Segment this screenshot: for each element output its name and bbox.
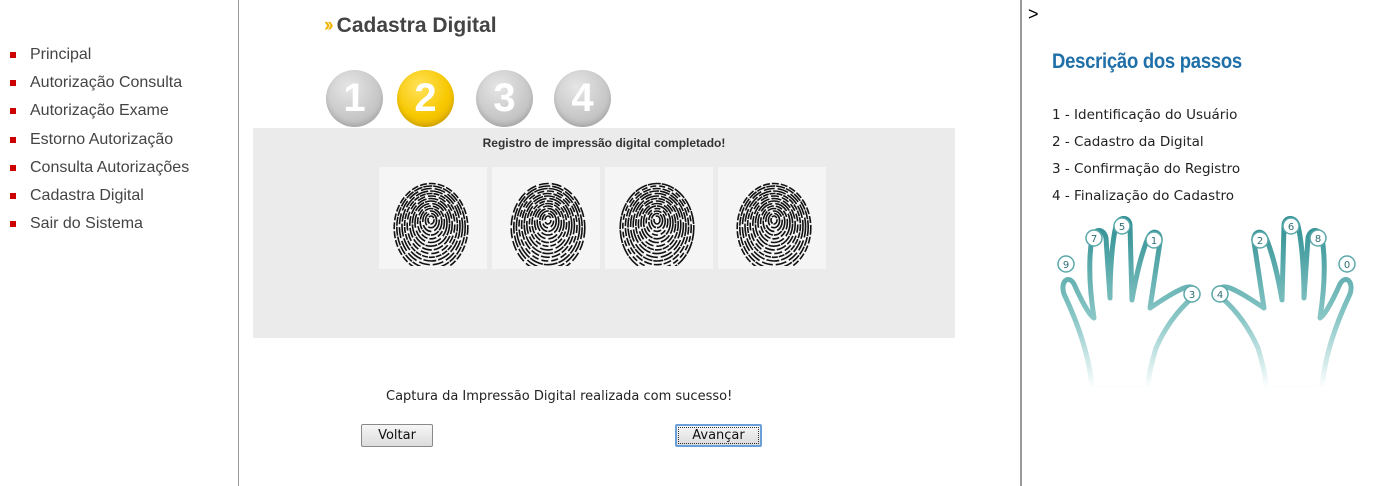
capture-panel: Registro de impressão digital completado…: [253, 128, 955, 338]
step-description: 2 - Cadastro da Digital: [1052, 134, 1204, 150]
finger-number: 3: [1189, 290, 1195, 301]
step-description: 4 - Finalização do Cadastro: [1052, 188, 1235, 204]
left-nav: Principal Autorização Consulta Autorizaç…: [0, 0, 239, 486]
fingerprint-icon: [736, 182, 812, 266]
fingerprint-slot-1: [379, 167, 487, 269]
step-description: 1 - Identificação do Usuário: [1052, 107, 1238, 123]
nav-item-label: Consulta Autorizações: [30, 158, 190, 176]
success-message: Captura da Impressão Digital realizada c…: [386, 389, 733, 404]
steps-help-panel: > Descrição dos passos 1 - Identificação…: [1024, 0, 1379, 486]
page-title: ›› Cadastra Digital: [324, 14, 497, 38]
bullet-icon: [10, 136, 16, 143]
bullet-icon: [10, 52, 16, 59]
fingerprint-slot-3: [605, 167, 713, 269]
nav-item-label: Autorização Exame: [30, 102, 169, 120]
fingerprint-icon: [619, 182, 695, 266]
finger-number: 0: [1344, 260, 1350, 271]
steps-list: 1 - Identificação do Usuário 2 - Cadastr…: [1052, 107, 1240, 215]
nav-item-autorizacao-consulta[interactable]: Autorização Consulta: [10, 69, 189, 97]
stray-text: >: [1028, 4, 1039, 24]
next-button[interactable]: Avançar: [675, 424, 762, 447]
hands-diagram-icon: 9 7 5 1 3 4 2 6 8 0: [1057, 216, 1356, 388]
step-2-indicator: 2: [397, 70, 454, 127]
finger-number: 7: [1091, 234, 1097, 245]
double-chevron-right-icon: ››: [324, 15, 334, 36]
fingerprint-slot-2: [492, 167, 600, 269]
finger-number: 9: [1063, 260, 1069, 271]
steps-title: Descrição dos passos: [1052, 50, 1242, 73]
bullet-icon: [10, 164, 16, 171]
nav-item-label: Principal: [30, 46, 92, 64]
bullet-icon: [10, 193, 16, 200]
step-3-indicator: 3: [476, 70, 533, 127]
nav-item-label: Cadastra Digital: [30, 187, 144, 205]
finger-number: 5: [1119, 222, 1125, 233]
nav-item-label: Estorno Autorização: [30, 130, 174, 148]
back-button[interactable]: Voltar: [361, 424, 433, 447]
nav-item-cadastra-digital[interactable]: Cadastra Digital: [10, 182, 189, 210]
nav-item-autorizacao-exame[interactable]: Autorização Exame: [10, 97, 189, 125]
main-content: ›› Cadastra Digital 1 2 3 4 Registro de …: [240, 0, 1022, 486]
finger-number: 4: [1217, 290, 1223, 301]
finger-number: 8: [1315, 234, 1321, 245]
step-1-indicator: 1: [326, 70, 383, 127]
fingerprint-icon: [510, 182, 586, 266]
nav-item-consulta-autorizacoes[interactable]: Consulta Autorizações: [10, 154, 189, 182]
finger-number: 2: [1257, 236, 1263, 247]
bullet-icon: [10, 80, 16, 87]
page-title-text: Cadastra Digital: [336, 14, 497, 37]
nav-item-sair[interactable]: Sair do Sistema: [10, 210, 189, 238]
nav-item-estorno-autorizacao[interactable]: Estorno Autorização: [10, 126, 189, 154]
capture-status-message: Registro de impressão digital completado…: [482, 136, 726, 150]
nav-item-label: Autorização Consulta: [30, 74, 183, 92]
step-description: 3 - Confirmação do Registro: [1052, 161, 1241, 177]
fingerprint-slot-4: [718, 167, 826, 269]
step-4-indicator: 4: [554, 70, 611, 127]
bullet-icon: [10, 221, 16, 228]
fingerprint-icon: [393, 182, 469, 266]
nav-item-label: Sair do Sistema: [30, 215, 143, 233]
finger-number: 1: [1151, 236, 1157, 247]
nav-item-principal[interactable]: Principal: [10, 41, 189, 69]
nav-menu: Principal Autorização Consulta Autorizaç…: [10, 41, 189, 238]
finger-number: 6: [1288, 222, 1294, 233]
bullet-icon: [10, 108, 16, 115]
